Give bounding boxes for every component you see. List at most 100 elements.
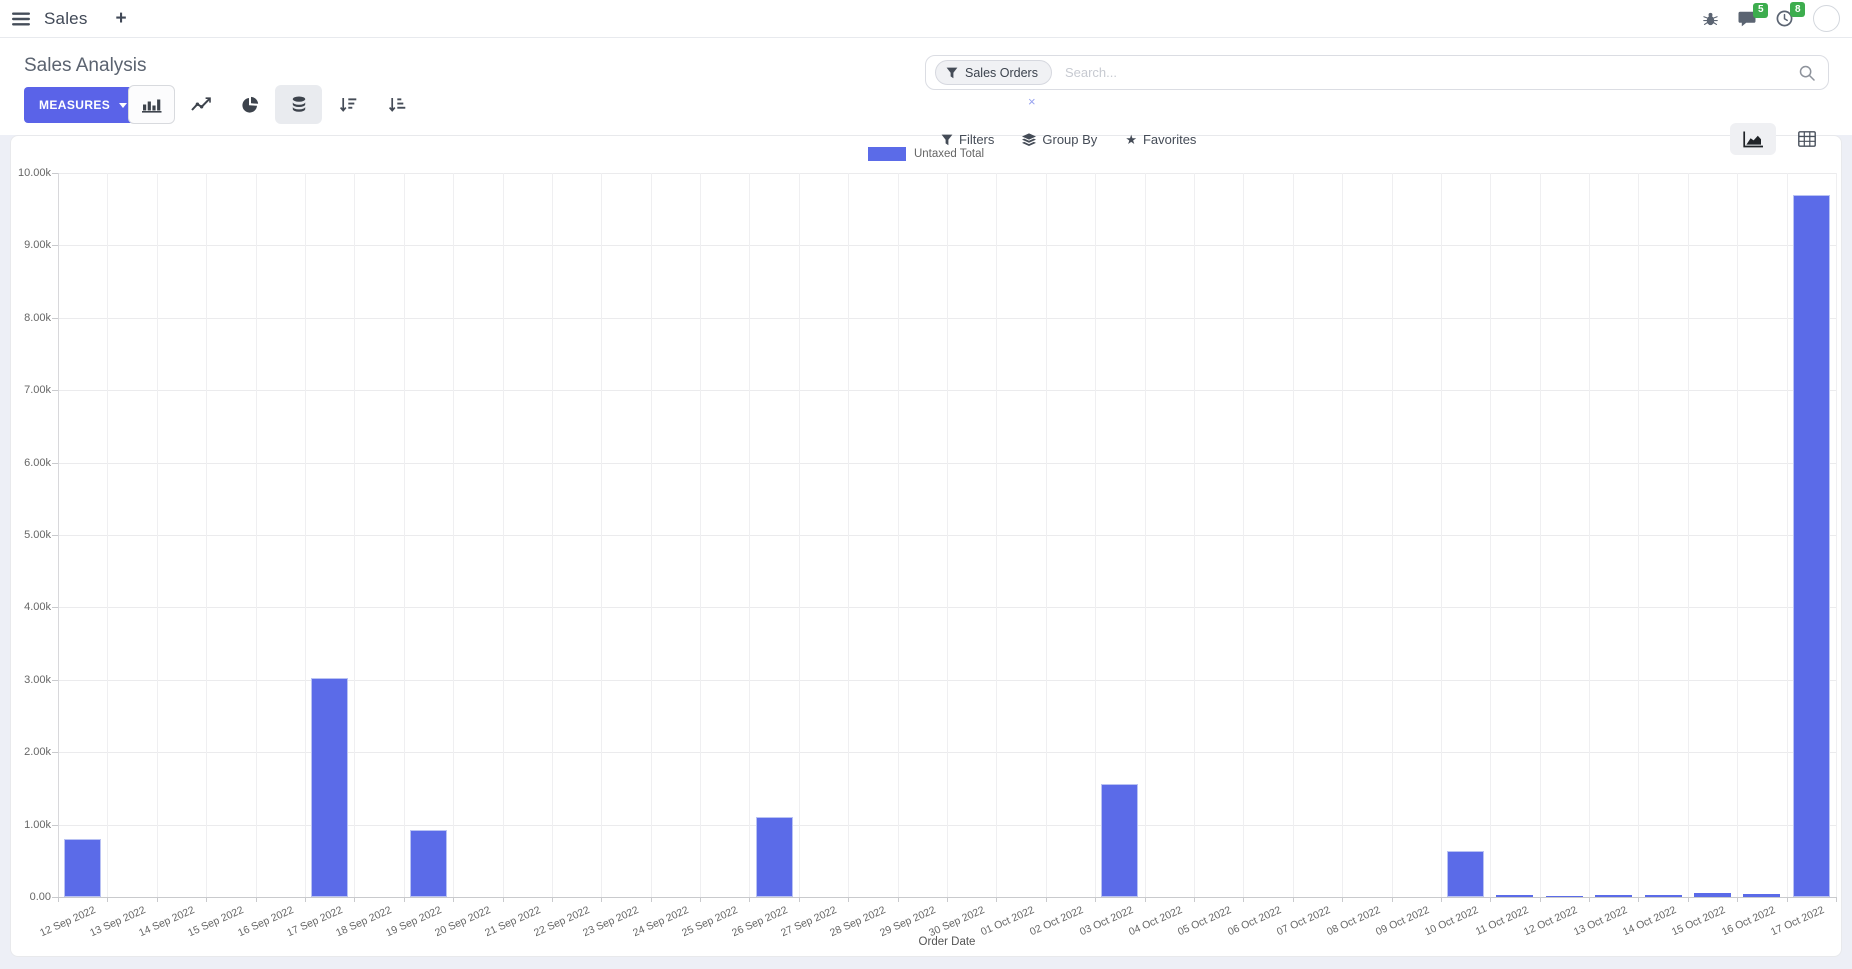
x-gridline: [256, 173, 257, 897]
x-tick-mark: [700, 897, 701, 902]
x-gridline: [1490, 173, 1491, 897]
x-tick-mark: [947, 897, 948, 902]
bar-chart-button[interactable]: [128, 85, 175, 124]
x-tick-mark: [453, 897, 454, 902]
group-by-button[interactable]: Group By: [1022, 132, 1097, 147]
x-gridline: [1095, 173, 1096, 897]
x-tick-mark: [206, 897, 207, 902]
chart-bar[interactable]: [1546, 896, 1583, 898]
search-icon[interactable]: [1799, 65, 1815, 81]
x-tick-mark: [1540, 897, 1541, 902]
view-switcher: [1730, 123, 1830, 155]
activities-badge: 8: [1790, 2, 1805, 17]
search-bar[interactable]: Sales Orders: [925, 55, 1829, 90]
chart-bar[interactable]: [1743, 894, 1780, 897]
facet-remove-button[interactable]: ×: [1028, 94, 1036, 109]
x-gridline: [404, 173, 405, 897]
x-tick-mark: [898, 897, 899, 902]
chart-bar[interactable]: [311, 678, 348, 897]
measures-button-label: MEASURES: [39, 98, 110, 112]
x-tick-mark: [1194, 897, 1195, 902]
x-tick-mark: [107, 897, 108, 902]
x-gridline: [305, 173, 306, 897]
x-gridline: [1638, 173, 1639, 897]
debug-bug-icon[interactable]: [1703, 11, 1718, 27]
y-tick-label: 3.00k: [0, 674, 51, 686]
filters-funnel-icon: [941, 134, 953, 146]
x-tick-mark: [354, 897, 355, 902]
filter-funnel-icon: [946, 67, 958, 79]
y-gridline: [58, 535, 1836, 536]
y-gridline: [58, 463, 1836, 464]
y-tick-label: 2.00k: [0, 746, 51, 758]
x-gridline: [1293, 173, 1294, 897]
search-options-row: Filters Group By ★ Favorites: [941, 132, 1196, 147]
sort-ascending-button[interactable]: [373, 85, 420, 124]
stacked-toggle-button[interactable]: [275, 85, 322, 124]
graph-view-button[interactable]: [1730, 123, 1776, 155]
favorites-label: Favorites: [1143, 132, 1196, 147]
y-tick-mark: [52, 318, 58, 319]
line-chart-button[interactable]: [177, 85, 224, 124]
pie-chart-button[interactable]: [226, 85, 273, 124]
x-gridline: [601, 173, 602, 897]
page-title: Sales Analysis: [24, 55, 147, 77]
pivot-view-button[interactable]: [1784, 123, 1830, 155]
x-tick-mark: [256, 897, 257, 902]
x-gridline: [749, 173, 750, 897]
hamburger-menu-icon[interactable]: [12, 12, 30, 26]
y-tick-label: 0.00: [0, 891, 51, 903]
x-gridline: [107, 173, 108, 897]
x-tick-mark: [1638, 897, 1639, 902]
messages-icon[interactable]: 5: [1738, 11, 1756, 27]
y-tick-mark: [52, 463, 58, 464]
x-tick-mark: [848, 897, 849, 902]
chart-bar[interactable]: [410, 830, 447, 897]
y-tick-mark: [52, 245, 58, 246]
chart-bar[interactable]: [1645, 895, 1682, 897]
bar-chart-plot: 0.001.00k2.00k3.00k4.00k5.00k6.00k7.00k8…: [11, 136, 1841, 956]
x-gridline: [651, 173, 652, 897]
x-gridline: [157, 173, 158, 897]
chart-bar[interactable]: [1496, 895, 1533, 897]
activities-clock-icon[interactable]: 8: [1776, 10, 1793, 27]
y-gridline: [58, 897, 1836, 898]
top-nav-bar: Sales + 5 8: [0, 0, 1852, 38]
x-tick-mark: [1243, 897, 1244, 902]
chart-bar[interactable]: [1694, 893, 1731, 897]
chart-bar[interactable]: [1447, 851, 1484, 897]
y-gridline: [58, 390, 1836, 391]
x-gridline: [453, 173, 454, 897]
sort-descending-button[interactable]: [324, 85, 371, 124]
chart-bar[interactable]: [756, 817, 793, 897]
app-name[interactable]: Sales: [44, 9, 88, 29]
x-tick-mark: [1046, 897, 1047, 902]
new-tab-button[interactable]: +: [116, 9, 127, 28]
x-tick-mark: [552, 897, 553, 902]
x-gridline: [1589, 173, 1590, 897]
chart-bar[interactable]: [1595, 895, 1632, 897]
user-avatar[interactable]: [1813, 5, 1840, 32]
y-gridline: [58, 607, 1836, 608]
chart-bar[interactable]: [1101, 784, 1138, 897]
x-tick-mark: [749, 897, 750, 902]
x-gridline: [1392, 173, 1393, 897]
search-facet-label: Sales Orders: [965, 66, 1038, 80]
x-gridline: [700, 173, 701, 897]
x-tick-mark: [1145, 897, 1146, 902]
filters-button[interactable]: Filters: [941, 132, 994, 147]
x-tick-mark: [1342, 897, 1343, 902]
x-tick-mark: [1441, 897, 1442, 902]
search-input[interactable]: [1063, 64, 1799, 81]
y-tick-mark: [52, 390, 58, 391]
chart-bar[interactable]: [1793, 195, 1830, 897]
y-tick-label: 9.00k: [0, 239, 51, 251]
favorites-button[interactable]: ★ Favorites: [1125, 132, 1196, 147]
x-gridline: [1342, 173, 1343, 897]
x-gridline: [1688, 173, 1689, 897]
measures-button[interactable]: MEASURES: [24, 87, 142, 123]
chart-bar[interactable]: [64, 839, 101, 897]
search-facet-sales-orders[interactable]: Sales Orders: [935, 60, 1052, 85]
y-tick-mark: [52, 680, 58, 681]
x-gridline: [1836, 173, 1837, 897]
